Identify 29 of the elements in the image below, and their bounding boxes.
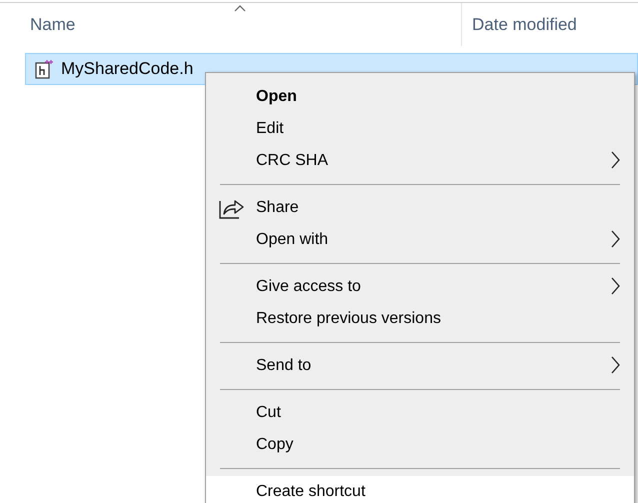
menu-label: Share (256, 198, 299, 218)
menu-item[interactable]: Create shortcut (206, 476, 634, 503)
column-header[interactable]: Name (30, 12, 76, 38)
menu-item[interactable]: CRC SHA (206, 145, 634, 177)
header-file-icon (35, 59, 53, 79)
menu-item[interactable]: Cut (206, 397, 634, 429)
menu-item[interactable]: Copy (206, 429, 634, 461)
menu-label: Edit (256, 119, 284, 139)
menu-label: CRC SHA (256, 151, 328, 171)
menu-label: Open (256, 87, 297, 107)
file-name: MySharedCode.h (61, 58, 194, 80)
menu-item[interactable]: Send to (206, 350, 634, 382)
menu-label: Create shortcut (256, 482, 366, 502)
menu-label: Restore previous versions (256, 309, 441, 329)
menu-label: Give access to (256, 277, 361, 297)
submenu-chevron-icon (611, 356, 620, 374)
menu-label: Open with (256, 230, 328, 250)
column-header[interactable]: Date modified (472, 12, 577, 38)
menu-label: Cut (256, 403, 281, 423)
menu-item[interactable]: Share (206, 192, 634, 224)
menu-item[interactable]: Open with (206, 224, 634, 256)
menu-label: Send to (256, 356, 312, 376)
submenu-chevron-icon (611, 151, 620, 169)
menu-label: Copy (256, 435, 294, 455)
menu-item[interactable]: Give access to (206, 271, 634, 303)
menu-item[interactable]: Edit (206, 113, 634, 145)
submenu-chevron-icon (611, 230, 620, 248)
submenu-chevron-icon (611, 277, 620, 295)
menu-item[interactable]: Restore previous versions (206, 303, 634, 335)
